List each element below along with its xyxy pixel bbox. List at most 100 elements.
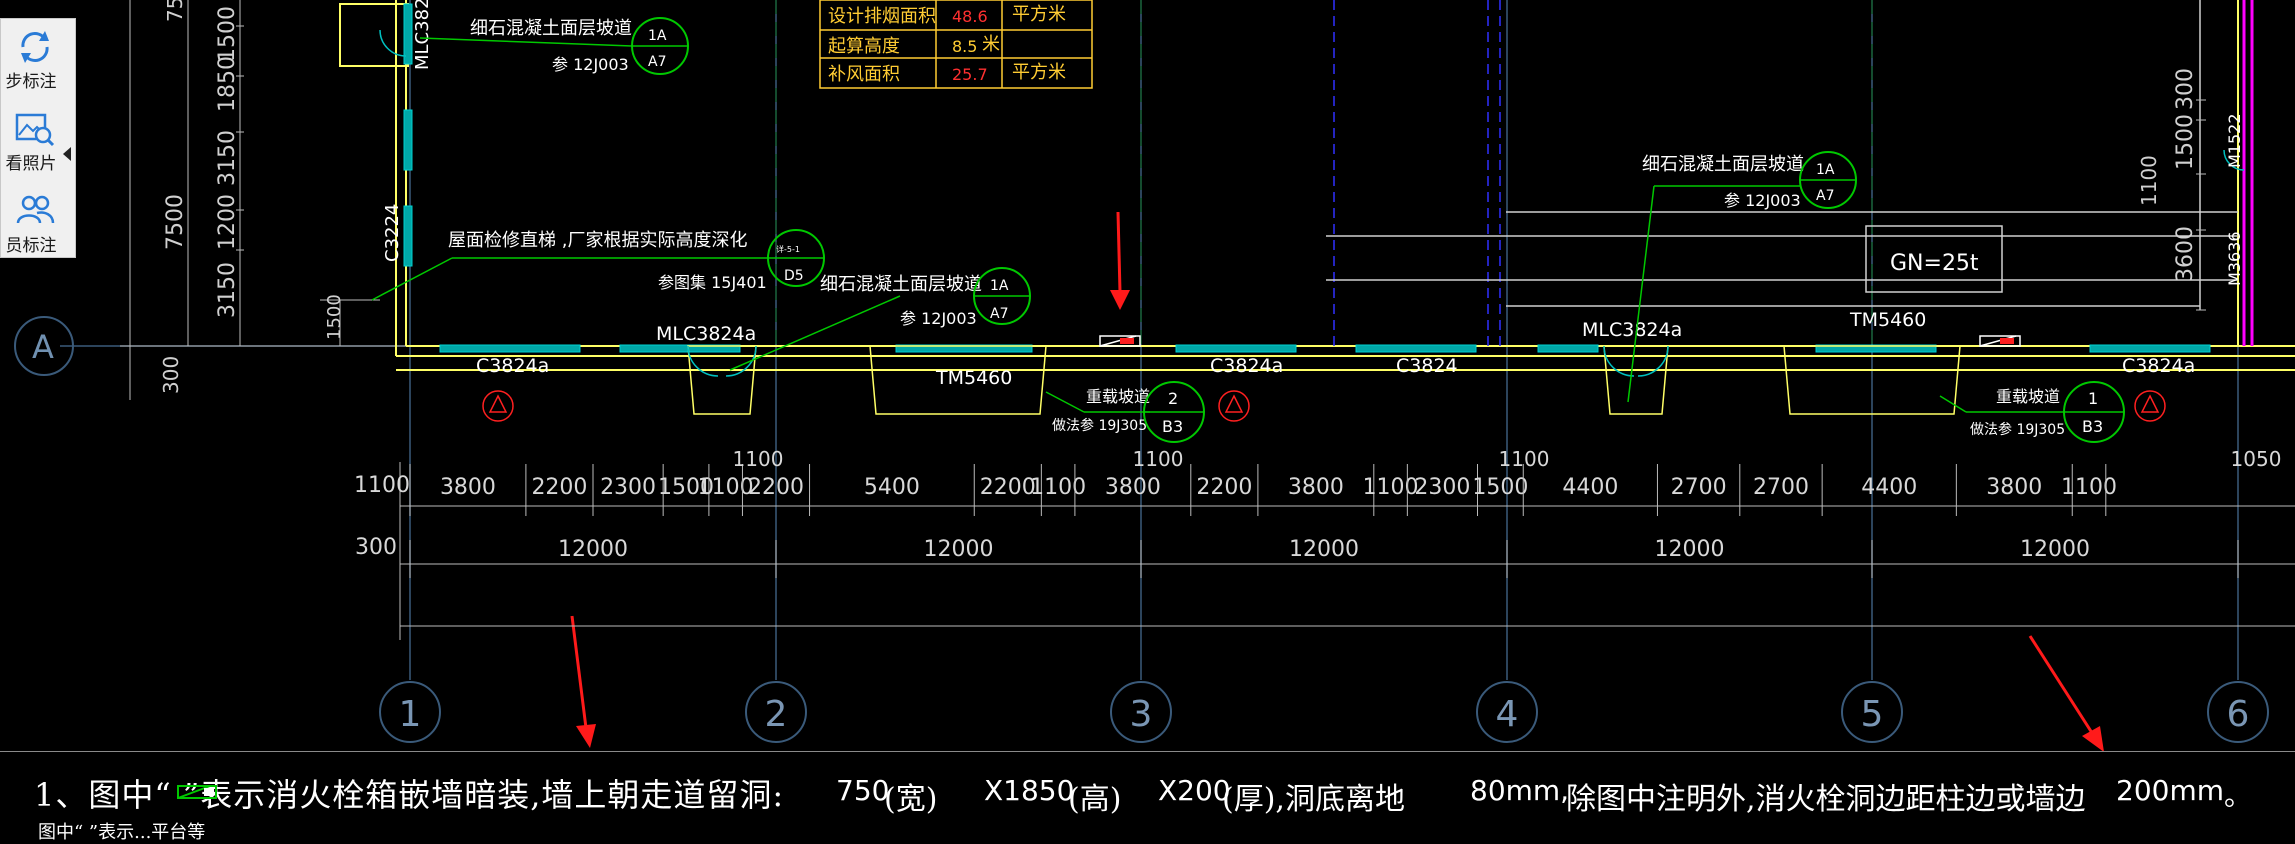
- table-row3-name: 补风面积: [828, 64, 900, 85]
- label-mlc-top: MLC3824: [412, 0, 433, 70]
- dim-row1-above-value: 1100: [1499, 447, 1550, 471]
- dimension-row-2: 300 12000 12000 12000 12000 12000: [355, 535, 2239, 578]
- right-dim-4: 3600: [2173, 226, 2198, 282]
- callout-4-bottom: B3: [1162, 417, 1183, 436]
- dim-row1-value: 2700: [1671, 475, 1727, 500]
- photo-search-icon: [15, 113, 55, 147]
- dim-row2-value: 300: [355, 535, 397, 560]
- callout-5[interactable]: 1A A7: [1799, 151, 1857, 209]
- dim-row2-value: 12000: [2020, 537, 2090, 562]
- dim-row1-value: 1100: [1363, 475, 1419, 500]
- sync-annotation-tool[interactable]: 步标注: [1, 21, 77, 95]
- cad-drawing-canvas[interactable]: 750 7500 300 1500 1850 3150 1200 3150 15…: [0, 0, 2295, 829]
- note-stair: 细石混凝土面层坡道: [470, 18, 632, 39]
- table-row1-unit: 平方米: [1012, 4, 1066, 25]
- left-dim-inner-5: 3150: [215, 262, 240, 318]
- note-dim-200mm: 200mm: [2116, 774, 2224, 807]
- axis-bubble-label: 4: [1496, 694, 1519, 735]
- note-heavy-b: 重载坡道: [1996, 387, 2060, 406]
- callout-3-bottom: A7: [990, 306, 1008, 322]
- dim-row1-value: 3800: [1105, 475, 1161, 500]
- note-dim-80: 80mm,: [1470, 774, 1570, 807]
- callout-4-top: 2: [1168, 389, 1178, 408]
- label-mlc-b: MLC3824a: [1582, 319, 1682, 341]
- dim-row1-above-value: 1100: [733, 447, 784, 471]
- callout-3-top: 1A: [990, 278, 1009, 294]
- label-m1522: M1522: [2225, 113, 2244, 168]
- note-dim-1850: X1850: [984, 774, 1075, 807]
- callout-1-top: 1A: [648, 28, 667, 44]
- table-row2-unit: 米: [982, 34, 1000, 55]
- label-c3824a-2: C3824a: [1210, 355, 1283, 377]
- dim-row1-value: 2200: [1196, 475, 1252, 500]
- label-c3824: C3824: [1396, 355, 1458, 377]
- side-toolbar: 步标注 看照片 员标注: [0, 18, 76, 258]
- left-dim-outer-3: 300: [159, 356, 183, 394]
- dim-row1-above-value: 1050: [2231, 447, 2282, 471]
- general-notes: 1、图中“ ”表示消火栓箱嵌墙暗装,墙上朝走道留洞: 750 (宽) X1850…: [0, 751, 2295, 843]
- callout-4[interactable]: 2 B3: [1143, 381, 1205, 443]
- collapse-arrow-icon[interactable]: [63, 147, 71, 161]
- dim-row1-value: 3800: [440, 475, 496, 500]
- callout-6-top: 1: [2088, 389, 2098, 408]
- note-heavy-a: 重载坡道: [1086, 387, 1150, 406]
- dim-row1-value: 2700: [1753, 475, 1809, 500]
- table-row2-name: 起算高度: [828, 36, 900, 57]
- right-dim-1: 300: [2173, 68, 2198, 110]
- dim-row2-value: 12000: [558, 537, 628, 562]
- sync-icon: [21, 31, 49, 63]
- magenta-wall: [2242, 0, 2254, 346]
- callout-1[interactable]: 1A A7: [631, 17, 689, 75]
- note-height: (高): [1068, 782, 1122, 817]
- dim-row1-above-value: 1100: [1133, 447, 1184, 471]
- table-row2-value: 8.5: [952, 37, 977, 56]
- windows: [403, 3, 2211, 353]
- dim-row2-value: 12000: [1655, 537, 1725, 562]
- callout-5-bottom: A7: [1816, 188, 1834, 204]
- note-stair-ref: 参 12J003: [552, 55, 629, 74]
- right-dim-3: 1100: [2137, 155, 2161, 206]
- note-rest: 除图中注明外,消火栓洞边距柱边或墙边: [1566, 782, 2086, 817]
- callout-6-bottom: B3: [2082, 417, 2103, 436]
- callout-6[interactable]: 1 B3: [2063, 381, 2125, 443]
- note-ramp: 细石混凝土面层坡道: [820, 274, 982, 295]
- dimension-row-1-above: 1100 1100 1100 1050: [733, 447, 2282, 471]
- note-heavy-b-ref: 做法参 19J305: [1970, 421, 2065, 438]
- dim-row1-value: 1100: [354, 473, 410, 498]
- note-ladder: 屋面检修直梯 ,厂家根据实际高度深化: [448, 230, 747, 251]
- axis-bubble-label: 6: [2227, 694, 2250, 735]
- axis-a-label: A: [32, 328, 54, 366]
- label-c3824a-3: C3824a: [2122, 355, 2195, 377]
- dim-row1-value: 2200: [748, 475, 804, 500]
- table-row3-value: 25.7: [952, 65, 988, 84]
- label-c3224: C3224: [382, 204, 403, 262]
- callout-1-bottom: A7: [648, 54, 666, 70]
- right-dim-2: 1500: [2173, 114, 2198, 170]
- member-annotation-tool[interactable]: 员标注: [1, 185, 77, 259]
- left-dim-small: 1500: [324, 294, 345, 340]
- callout-3[interactable]: 1A A7: [973, 267, 1031, 325]
- dim-row1-value: 3800: [1288, 475, 1344, 500]
- dim-row2-value: 12000: [924, 537, 994, 562]
- dim-row1-value: 2200: [531, 475, 587, 500]
- left-dim-inner-4: 1200: [215, 194, 240, 250]
- tool-label-3: 员标注: [5, 236, 57, 256]
- note-ramp2-ref: 参 12J003: [1724, 191, 1801, 210]
- dim-row1-value: 1100: [698, 475, 754, 500]
- table-row3-unit: 平方米: [1012, 62, 1066, 83]
- fire-cabinet-legend-icon: [177, 785, 217, 799]
- dim-row1-value: 4400: [1562, 475, 1618, 500]
- callout-2-bottom: D5: [784, 268, 804, 284]
- callout-2[interactable]: 详-5-1 D5: [767, 229, 825, 287]
- left-dim-outer-1: 750: [163, 0, 187, 22]
- view-photos-tool[interactable]: 看照片: [1, 103, 77, 177]
- hydrant-markers: [482, 390, 2166, 422]
- table-row1-value: 48.6: [952, 7, 988, 26]
- note-dim-750: 750: [836, 774, 890, 807]
- note-line-2: 图中“ ”表示...平台等: [38, 822, 206, 843]
- label-tm-b: TM5460: [1849, 309, 1926, 331]
- tool-label-1: 步标注: [5, 72, 57, 92]
- axis-bubble-label: 1: [399, 694, 422, 735]
- axis-bubble-label: 5: [1861, 694, 1884, 735]
- callout-2-top: 详-5-1: [776, 244, 800, 254]
